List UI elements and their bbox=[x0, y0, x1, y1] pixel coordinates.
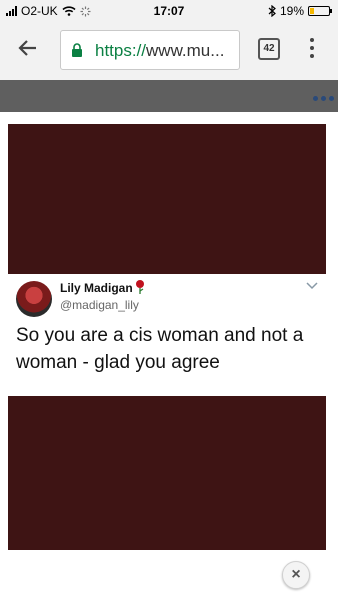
url-scheme: https:// bbox=[95, 41, 147, 60]
tweet-card: Lily Madigan @madigan_lily So you are a … bbox=[8, 274, 326, 396]
close-button[interactable]: × bbox=[282, 561, 310, 589]
page-dots-icon bbox=[313, 96, 334, 101]
tweet-display-name: Lily Madigan bbox=[60, 281, 133, 295]
tweet-handle: @madigan_lily bbox=[60, 298, 139, 312]
tweet-text: So you are a cis woman and not a woman -… bbox=[16, 325, 304, 373]
bluetooth-icon bbox=[268, 5, 276, 17]
close-icon: × bbox=[291, 566, 301, 583]
more-vert-icon[interactable] bbox=[310, 38, 316, 62]
image-lightbox: Lily Madigan @madigan_lily So you are a … bbox=[0, 112, 338, 600]
status-right: 19% bbox=[268, 4, 332, 18]
status-bar: O2-UK 17:07 19% bbox=[0, 0, 338, 22]
redacted-image-top bbox=[8, 124, 326, 274]
url-host: www.mu... bbox=[146, 41, 225, 60]
battery-icon bbox=[308, 6, 332, 16]
address-bar[interactable]: https://www.mu... bbox=[60, 30, 240, 70]
battery-percent: 19% bbox=[279, 4, 304, 18]
redacted-image-bottom bbox=[8, 396, 326, 550]
url-text: https://www.mu... bbox=[95, 41, 224, 61]
rose-icon bbox=[136, 280, 144, 294]
tab-switcher-button[interactable]: 42 bbox=[258, 38, 280, 60]
arrow-left-icon bbox=[18, 40, 36, 56]
chevron-down-icon[interactable] bbox=[306, 282, 318, 290]
lock-icon bbox=[72, 43, 82, 57]
browser-toolbar: https://www.mu... 42 bbox=[0, 22, 338, 81]
avatar bbox=[16, 281, 52, 317]
back-button[interactable] bbox=[18, 38, 38, 63]
